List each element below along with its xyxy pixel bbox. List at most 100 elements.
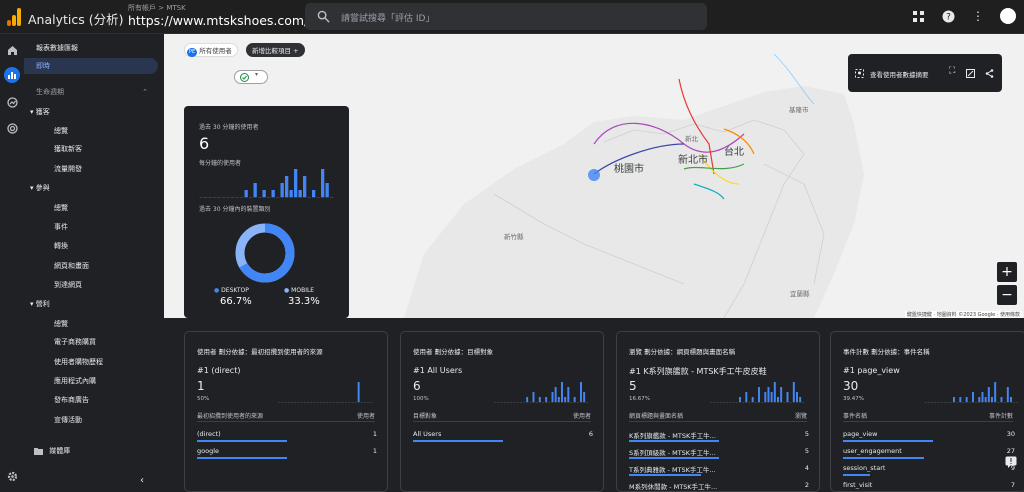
status-filter-chip[interactable]: ▾ — [234, 70, 268, 84]
nav-acquisition[interactable]: ▾ 獲客 — [24, 104, 158, 120]
apps-grid-icon[interactable] — [910, 8, 926, 24]
bar-baseline — [761, 402, 764, 403]
nav-engagement-item[interactable]: 事件 — [24, 219, 158, 235]
table-row[interactable]: session_start 9 — [843, 464, 1015, 476]
device-category-label: 過去 30 分鐘內的裝置類別 — [199, 206, 271, 213]
nav-monetization[interactable]: ▾ 營利 — [24, 296, 158, 312]
user-snapshot-icon[interactable] — [855, 69, 864, 78]
nav-monetization-item[interactable]: 宣傳活動 — [24, 412, 158, 428]
nav-engagement[interactable]: ▾ 參與 — [24, 180, 158, 196]
nav-realtime[interactable]: 即時 — [24, 58, 158, 74]
reports-icon[interactable] — [4, 67, 20, 83]
bar-baseline — [497, 402, 500, 403]
bar-baseline — [777, 402, 779, 403]
property-selector[interactable]: https://www.mtskshoes.com/ ▾ — [128, 13, 316, 28]
per-minute-label: 每分鐘的使用者 — [199, 160, 242, 167]
bar-baseline — [968, 402, 971, 403]
nav-acquisition-item[interactable]: 流量開發 — [24, 161, 158, 177]
card-col-left: 最初招攬到使用者的來源 — [197, 413, 264, 420]
home-icon[interactable] — [4, 42, 20, 58]
bar — [959, 397, 962, 402]
metric-card: 事件計數 劃分依據：事件名稱 #1 page_view 30 39.47% 事件名稱 事件… — [830, 331, 1024, 492]
bar-baseline — [940, 402, 943, 403]
share-icon[interactable] — [985, 69, 994, 78]
table-row[interactable]: M系列休閒款 - MTSK手工牛... 2 — [629, 481, 809, 491]
bar-baseline — [735, 402, 738, 403]
nav-monetization-item[interactable]: 發布商廣告 — [24, 392, 158, 408]
explore-icon[interactable] — [4, 94, 20, 110]
bar-baseline — [504, 402, 506, 403]
nav-acquisition-item[interactable]: 獲取新客 — [24, 141, 158, 157]
fullscreen-icon[interactable]: ⛶ — [949, 66, 955, 76]
nav-monetization-item[interactable]: 應用程式內購 — [24, 373, 158, 389]
table-row[interactable]: page_view 30 — [843, 430, 1015, 442]
feedback-icon[interactable] — [1003, 454, 1019, 470]
bar-baseline — [291, 402, 294, 403]
row-name: S系列頂級款 - MTSK手工牛... — [629, 449, 716, 457]
card-title[interactable]: 使用者 劃分依據：最初招攬到使用者的來源 — [197, 346, 323, 356]
table-row[interactable]: user_engagement 27 — [843, 447, 1015, 459]
collapse-nav-icon[interactable]: ‹ — [140, 475, 144, 486]
analytics-logo-icon[interactable] — [7, 8, 21, 26]
card-title[interactable]: 使用者 劃分依據：目標對象 — [413, 346, 493, 356]
help-icon[interactable]: ? — [940, 8, 956, 24]
table-row[interactable]: T系列典雅款 - MTSK手工牛... 4 — [629, 464, 809, 476]
account-breadcrumb[interactable]: 所有帳戶 > MTSK — [128, 3, 186, 13]
bar — [526, 397, 529, 402]
edit-report-icon[interactable] — [966, 69, 975, 78]
bar — [739, 397, 741, 402]
bar-baseline — [513, 402, 516, 403]
table-row[interactable]: google 1 — [197, 447, 377, 459]
bar-baseline — [310, 402, 313, 403]
map-label-new-taipei: 新北市 — [678, 155, 708, 166]
realtime-summary-card: 過去 30 分鐘的使用者 6 每分鐘的使用者 過去 30 分鐘內的裝置類別 ● … — [184, 106, 349, 318]
bar-baseline — [321, 197, 325, 198]
bar-baseline — [335, 402, 338, 403]
nav-engagement-item[interactable]: 網頁和畫面 — [24, 258, 158, 274]
add-comparison-button[interactable]: 新增比較項目 + — [246, 43, 305, 57]
more-vert-icon[interactable]: ⋮ — [970, 8, 986, 24]
card-top-item: #1 K系列旗艦款 - MTSK手工牛皮皮鞋 — [629, 367, 767, 376]
map-label-taipei: 台北 — [724, 147, 744, 158]
realtime-map[interactable]: 桃園市 新北市 台北 新北 基隆市 新竹縣 宜蘭縣 PE 所有使用者 新增比較項… — [164, 34, 1024, 318]
zoom-in-button[interactable]: + — [997, 262, 1017, 282]
user-location-marker[interactable] — [588, 169, 600, 181]
nav-monetization-item[interactable]: 總覽 — [24, 316, 158, 332]
property-name: https://www.mtskshoes.com/ — [128, 13, 309, 28]
table-row[interactable]: All Users 6 — [413, 430, 593, 442]
map-attribution[interactable]: 鍵盤快捷鍵 · 地圖資料 ©2023 Google · 使用條款 — [904, 311, 1022, 318]
settings-gear-icon[interactable] — [4, 468, 20, 484]
bar-baseline — [586, 402, 589, 403]
bar-baseline — [298, 197, 302, 198]
nav-lifecycle[interactable]: 生命週期 ⌃ — [24, 84, 158, 100]
nav-engagement-item[interactable]: 總覽 — [24, 200, 158, 216]
search-input[interactable]: 請嘗試搜尋「評估 ID」 — [305, 3, 707, 30]
table-row[interactable]: K系列旗艦款 - MTSK手工牛... 5 — [629, 430, 809, 442]
view-user-snapshot-link[interactable]: 查看使用者數據摘要 — [870, 69, 929, 79]
nav-library[interactable]: 媒體庫 — [24, 443, 158, 459]
card-title[interactable]: 瀏覽 劃分依據：網頁標題與畫面名稱 — [629, 346, 735, 356]
bar-baseline — [570, 402, 573, 403]
app-title[interactable]: Analytics (分析) — [28, 9, 124, 28]
bar-baseline — [783, 402, 786, 403]
avatar[interactable] — [1000, 8, 1016, 24]
zoom-out-button[interactable]: − — [997, 285, 1017, 305]
bar-baseline — [720, 402, 722, 403]
nav-acquisition-item[interactable]: 總覽 — [24, 123, 158, 139]
nav-engagement-item[interactable]: 到達網頁 — [24, 277, 158, 293]
bar-baseline — [745, 402, 748, 403]
bar-baseline — [965, 402, 968, 403]
nav-monetization-item[interactable]: 電子商務購買 — [24, 334, 158, 350]
nav-engagement-item[interactable]: 轉換 — [24, 238, 158, 254]
table-row[interactable]: first_visit 7 — [843, 481, 1015, 489]
bar — [538, 397, 541, 402]
table-row[interactable]: S系列頂級款 - MTSK手工牛... 5 — [629, 447, 809, 459]
advertising-icon[interactable] — [4, 120, 20, 136]
table-row[interactable]: (direct) 1 — [197, 430, 377, 442]
segment-chip-all-users[interactable]: PE 所有使用者 — [184, 43, 238, 57]
bar-baseline — [226, 197, 230, 198]
card-title[interactable]: 事件計數 劃分依據：事件名稱 — [843, 346, 930, 356]
nav-reports-snapshot[interactable]: 報表數據匯報 — [36, 40, 170, 56]
bar-baseline — [300, 402, 303, 403]
nav-monetization-item[interactable]: 使用者購物歷程 — [24, 354, 158, 370]
